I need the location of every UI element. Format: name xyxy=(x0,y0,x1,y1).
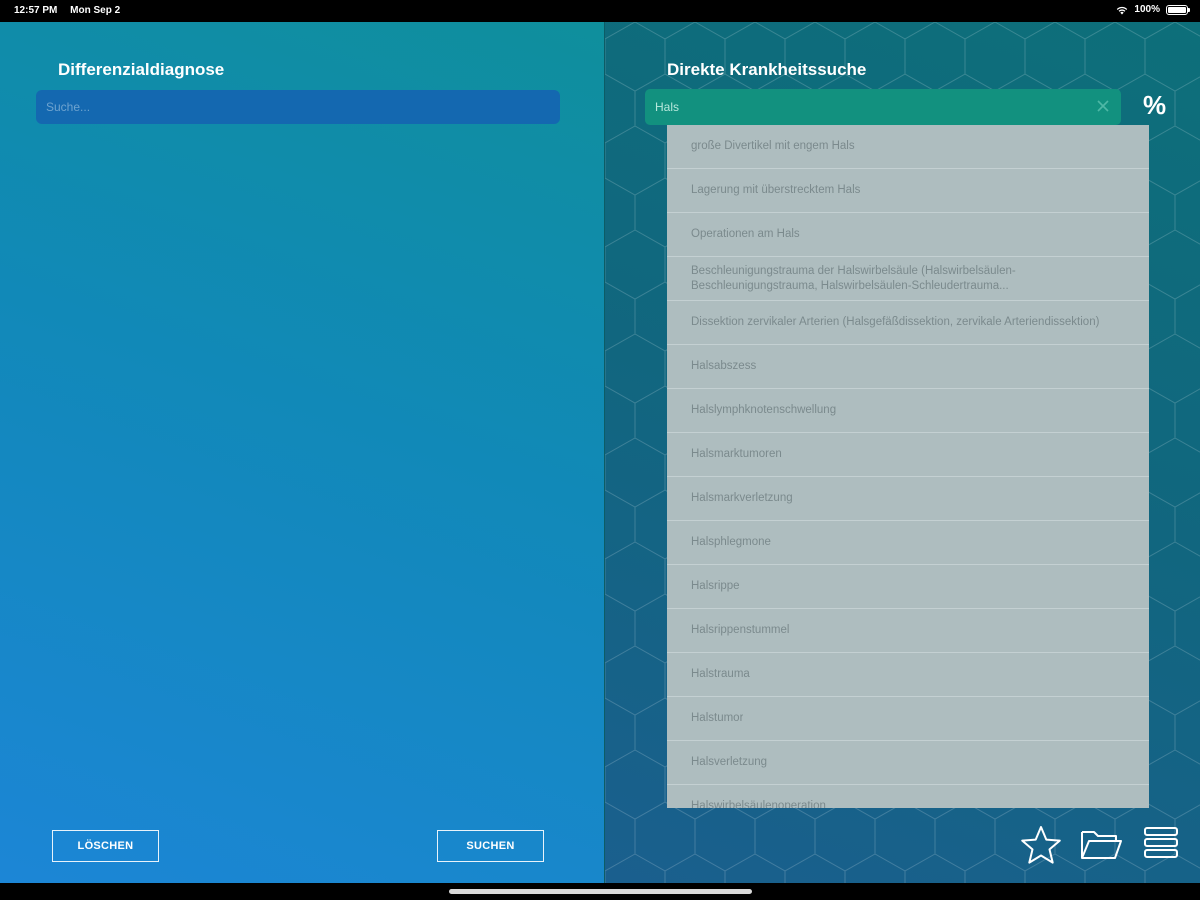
differential-diagnosis-title: Differenzialdiagnose xyxy=(58,60,225,79)
status-time: 12:57 PM xyxy=(14,5,58,16)
search-results-dropdown: große Divertikel mit engem Hals Lagerung … xyxy=(667,125,1149,808)
search-result-label: Halswirbelsäulenoperation xyxy=(691,800,826,808)
search-result-item[interactable]: Halstumor xyxy=(667,697,1149,741)
status-right: 100% xyxy=(1116,4,1190,15)
clear-button[interactable]: LÖSCHEN xyxy=(52,830,159,862)
search-result-item[interactable]: Halsmarktumoren xyxy=(667,433,1149,477)
search-result-label: Halsmarktumoren xyxy=(691,448,782,460)
battery-icon xyxy=(1166,4,1190,15)
search-result-label: Halslymphknotenschwellung xyxy=(691,404,837,416)
direct-disease-search-title: Direkte Krankheitssuche xyxy=(667,60,867,79)
search-result-item[interactable]: Dissektion zervikaler Arterien (Halsgefä… xyxy=(667,301,1149,345)
search-result-item[interactable]: Beschleunigungstrauma der Halswirbelsäul… xyxy=(667,257,1149,301)
search-result-item[interactable]: Halsabszess xyxy=(667,345,1149,389)
search-result-label: Dissektion zervikaler Arterien (Halsgefä… xyxy=(691,316,1100,328)
close-icon[interactable] xyxy=(1095,98,1111,114)
search-result-item[interactable]: Operationen am Hals xyxy=(667,213,1149,257)
search-result-item[interactable]: große Divertikel mit engem Hals xyxy=(667,125,1149,169)
battery-percent: 100% xyxy=(1134,4,1160,15)
search-result-item[interactable]: Lagerung mit überstrecktem Hals xyxy=(667,169,1149,213)
search-result-label: große Divertikel mit engem Hals xyxy=(691,140,855,152)
search-result-label: Halsphlegmone xyxy=(691,536,771,548)
search-result-label: Halsmarkverletzung xyxy=(691,492,793,504)
status-bar: 12:57 PM Mon Sep 2 100% xyxy=(0,0,1200,22)
search-result-label: Halsabszess xyxy=(691,360,757,372)
home-indicator[interactable] xyxy=(449,889,752,894)
differential-diagnosis-panel: Differenzialdiagnose LÖSCHEN SUCHEN xyxy=(0,22,605,883)
search-result-item[interactable]: Halswirbelsäulenoperation xyxy=(667,785,1149,808)
search-result-label: Operationen am Hals xyxy=(691,228,800,240)
status-left: 12:57 PM Mon Sep 2 xyxy=(14,5,130,16)
search-result-label: Halsrippe xyxy=(691,580,740,592)
search-result-label: Beschleunigungstrauma der Halswirbelsäul… xyxy=(691,264,1016,292)
star-icon[interactable] xyxy=(1020,825,1062,865)
search-result-item[interactable]: Halsrippenstummel xyxy=(667,609,1149,653)
direct-disease-search-panel: Direkte Krankheitssuche % große Divertik… xyxy=(605,22,1200,883)
search-result-label: Halsrippenstummel xyxy=(691,624,790,636)
ipad-screen: 12:57 PM Mon Sep 2 100% Differenzialdiag… xyxy=(0,0,1200,900)
search-result-label: Halsverletzung xyxy=(691,756,768,768)
percent-toggle-button[interactable]: % xyxy=(1143,90,1166,121)
search-button[interactable]: SUCHEN xyxy=(437,830,544,862)
search-result-label: Halstrauma xyxy=(691,668,750,680)
symptom-search-input[interactable] xyxy=(36,90,560,124)
search-result-item[interactable]: Halsphlegmone xyxy=(667,521,1149,565)
wifi-icon xyxy=(1117,6,1128,14)
search-result-item[interactable]: Halsrippe xyxy=(667,565,1149,609)
search-result-label: Halstumor xyxy=(691,712,744,724)
disease-search-field xyxy=(645,89,1121,125)
search-result-label: Lagerung mit überstrecktem Hals xyxy=(691,184,861,196)
status-date: Mon Sep 2 xyxy=(70,5,121,16)
search-result-item[interactable]: Halsverletzung xyxy=(667,741,1149,785)
menu-icon[interactable] xyxy=(1143,825,1179,861)
folder-icon[interactable] xyxy=(1079,826,1123,862)
bottom-bar xyxy=(0,883,1200,900)
search-result-item[interactable]: Halslymphknotenschwellung xyxy=(667,389,1149,433)
search-result-item[interactable]: Halstrauma xyxy=(667,653,1149,697)
search-result-item[interactable]: Halsmarkverletzung xyxy=(667,477,1149,521)
disease-search-input[interactable] xyxy=(645,89,1085,125)
